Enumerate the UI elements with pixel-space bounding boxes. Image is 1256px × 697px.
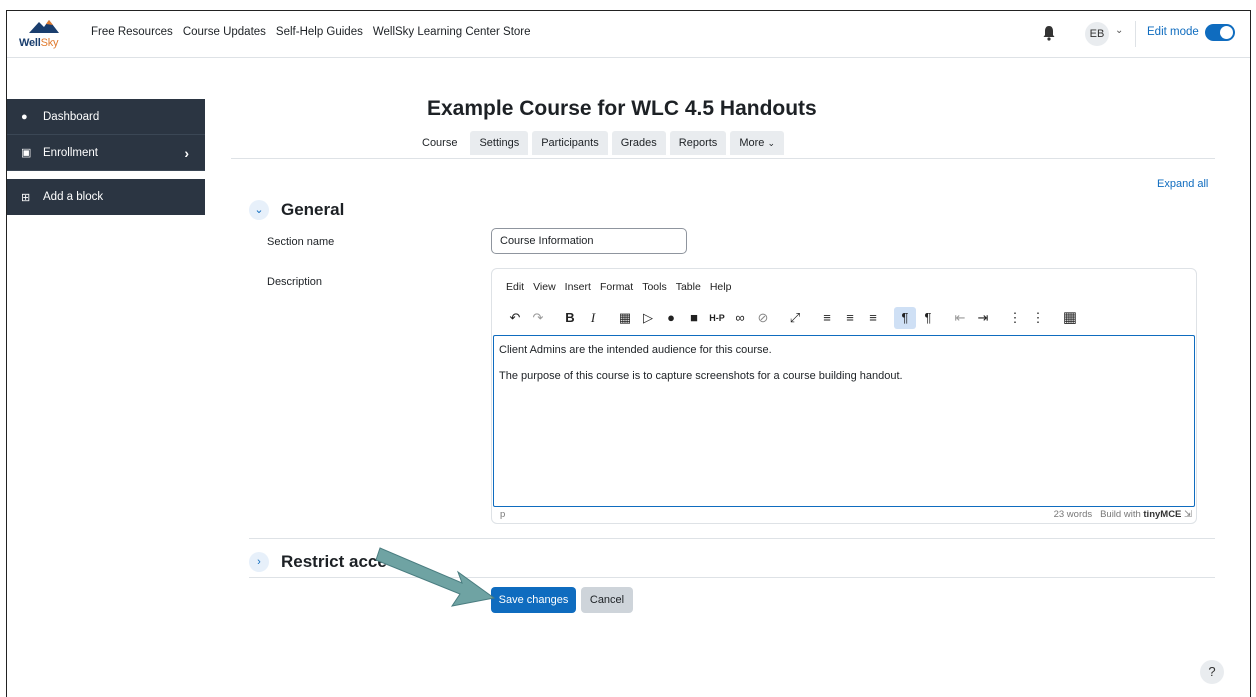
description-label: Description [267,276,323,288]
general-section-title: General [281,200,345,219]
drawer-item-enrollment[interactable]: ▣ Enrollment › [7,135,205,171]
dashboard-icon: ● [21,110,28,123]
record-audio-icon[interactable]: ● [660,307,682,329]
institution-icon: ▣ [21,147,32,159]
restrict-access-section-title: Restrict acce [281,552,387,571]
editor-toolbar: ↶ ↷ B I ▦ ▷ ● ■ H-P ∞ ⊘ ⤢ ≡ ≡ ≡ ¶ ¶ ⇤ ⇥ [504,307,1082,329]
add-block-label: Add a block [43,191,104,203]
browser-frame: WellSky Free Resources Course Updates Se… [6,10,1251,697]
indent-icon[interactable]: ⇥ [972,307,994,329]
tab-grades[interactable]: Grades [611,131,666,155]
h5p-icon[interactable]: H-P [706,307,728,329]
fullscreen-icon[interactable]: ⤢ [784,307,806,329]
edit-mode-label: Edit mode [1147,26,1199,38]
table-icon[interactable]: ▦ [1059,307,1081,329]
cancel-button[interactable]: Cancel [581,587,633,613]
editor-menubar: Edit View Insert Format Tools Table Help [506,281,731,293]
general-section-header[interactable]: ⌄ General [249,200,344,220]
nav-link-course-updates[interactable]: Course Updates [183,26,266,38]
resize-handle-icon[interactable]: ⇲ [1184,509,1192,520]
status-right: 23 words Build with tinyMCE ⇲ [1054,509,1192,520]
undo-icon[interactable]: ↶ [504,307,526,329]
unlink-icon[interactable]: ⊘ [752,307,774,329]
italic-icon[interactable]: I [582,307,604,329]
redo-icon[interactable]: ↷ [527,307,549,329]
description-paragraph-1: Client Admins are the intended audience … [499,344,772,356]
menu-edit[interactable]: Edit [506,281,524,293]
link-icon[interactable]: ∞ [729,307,751,329]
align-right-icon[interactable]: ≡ [862,307,884,329]
navbar-divider [1135,21,1136,47]
insert-media-icon[interactable]: ▷ [637,307,659,329]
align-left-icon[interactable]: ≡ [816,307,838,329]
build-with-text: Build with [1100,509,1141,520]
help-button[interactable]: ? [1200,660,1224,684]
user-menu-chevron-icon[interactable]: ⌄ [1115,25,1123,36]
menu-help[interactable]: Help [710,281,732,293]
primary-navigation: Free Resources Course Updates Self-Help … [91,26,531,38]
tab-course[interactable]: Course [413,131,467,155]
nav-link-free-resources[interactable]: Free Resources [91,26,173,38]
rtl-direction-icon[interactable]: ¶ [917,307,939,329]
nav-link-learning-center-store[interactable]: WellSky Learning Center Store [373,26,531,38]
section-name-input[interactable]: Course Information [491,228,687,254]
chevron-down-icon[interactable]: ⌄ [249,200,269,220]
chevron-down-icon: ⌄ [767,138,775,148]
insert-image-icon[interactable]: ▦ [614,307,636,329]
bold-icon[interactable]: B [559,307,581,329]
menu-format[interactable]: Format [600,281,633,293]
notification-bell-icon[interactable] [1042,25,1056,41]
menu-insert[interactable]: Insert [565,281,591,293]
mountain-logo-icon [29,20,59,33]
tabs-divider [231,158,1215,159]
section-name-label: Section name [267,236,335,248]
record-video-icon[interactable]: ■ [683,307,705,329]
tinymce-brand[interactable]: tinyMCE [1143,509,1181,520]
chevron-right-icon[interactable]: › [249,552,269,572]
expand-all-link[interactable]: Expand all [1157,178,1208,190]
course-tabs: Course Settings Participants Grades Repo… [413,131,784,155]
tab-participants[interactable]: Participants [532,131,608,155]
element-path[interactable]: p [500,509,505,520]
section-divider [249,538,1215,539]
tab-more-label: More [739,137,765,149]
page-title: Example Course for WLC 4.5 Handouts [427,97,817,120]
drawer-item-label: Enrollment [43,146,98,159]
top-navbar: WellSky Free Resources Course Updates Se… [7,11,1250,58]
word-count[interactable]: 23 words [1054,509,1093,520]
menu-table[interactable]: Table [676,281,701,293]
add-block-button[interactable]: ⊞ Add a block [7,179,205,215]
numbered-list-icon[interactable]: ⋮ [1027,307,1049,329]
tab-more[interactable]: More ⌄ [730,131,784,155]
description-paragraph-2: The purpose of this course is to capture… [499,370,903,382]
edit-mode-toggle[interactable] [1205,24,1235,41]
save-button[interactable]: Save changes [491,587,576,613]
section-divider [249,577,1215,578]
wellsky-logo[interactable]: WellSky [19,17,69,51]
drawer-item-dashboard[interactable]: ● Dashboard [7,99,205,135]
nav-link-self-help-guides[interactable]: Self-Help Guides [276,26,363,38]
ltr-direction-icon[interactable]: ¶ [894,307,916,329]
tab-reports[interactable]: Reports [669,131,727,155]
drawer-item-label: Dashboard [43,110,100,123]
editor-content-area[interactable]: Client Admins are the intended audience … [493,335,1195,507]
user-avatar[interactable]: EB [1085,22,1109,46]
course-index-drawer: ● Dashboard ▣ Enrollment › [7,99,205,171]
outdent-icon[interactable]: ⇤ [949,307,971,329]
chevron-right-icon: › [184,144,189,161]
description-editor: Edit View Insert Format Tools Table Help… [491,268,1197,524]
menu-tools[interactable]: Tools [642,281,667,293]
logo-text: WellSky [19,37,59,49]
tab-settings[interactable]: Settings [470,131,529,155]
menu-view[interactable]: View [533,281,556,293]
align-center-icon[interactable]: ≡ [839,307,861,329]
editor-statusbar: p 23 words Build with tinyMCE ⇲ [500,509,1192,520]
add-block-icon: ⊞ [21,191,31,204]
restrict-access-section-header[interactable]: › Restrict acce [249,552,387,572]
bullet-list-icon[interactable]: ⋮ [1004,307,1026,329]
